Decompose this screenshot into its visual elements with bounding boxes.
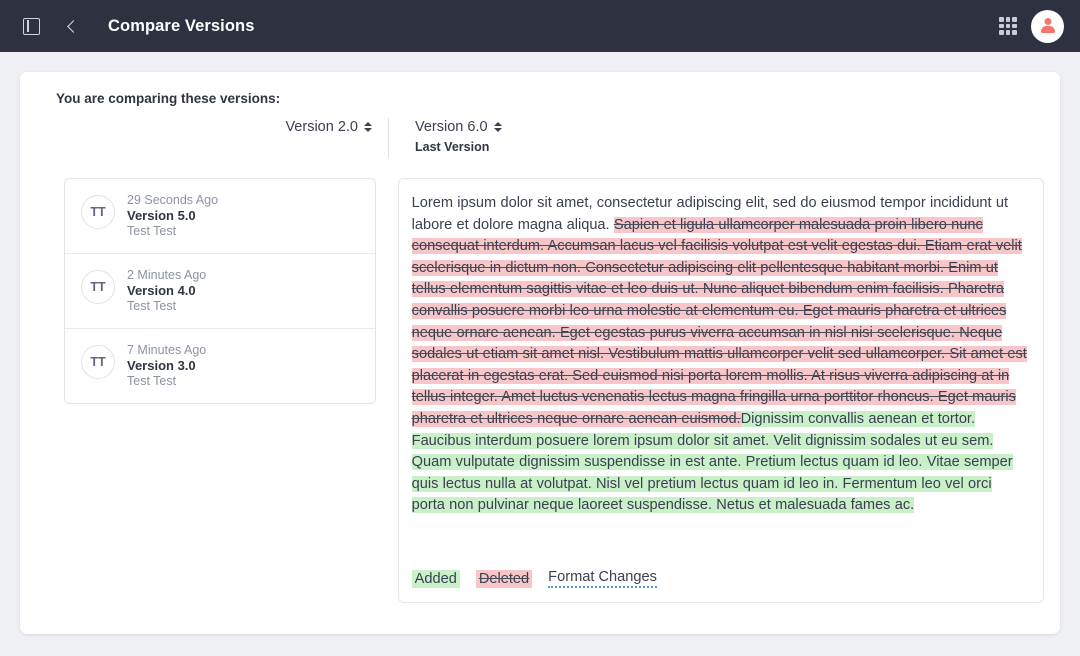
diff-deleted-text: Sapien et ligula ullamcorper malesuada p…: [411, 216, 1027, 427]
compare-card: You are comparing these versions: Versio…: [20, 72, 1060, 634]
diff-panel: Lorem ipsum dolor sit amet, consectetur …: [397, 178, 1044, 603]
version-meta: 29 Seconds Ago Version 5.0 Test Test: [127, 193, 218, 238]
diff-legend: Added Deleted Format Changes: [411, 569, 657, 588]
diff-content: Lorem ipsum dolor sit amet, consectetur …: [411, 193, 1029, 517]
left-version-selector-wrap: Version 2.0: [36, 118, 388, 136]
version-time: 29 Seconds Ago: [127, 193, 219, 207]
version-time: 7 Minutes Ago: [127, 343, 207, 357]
version-selector-row: Version 2.0 Version 6.0 Last Version: [36, 118, 1044, 164]
list-item[interactable]: TT 29 Seconds Ago Version 5.0 Test Test: [65, 179, 375, 254]
sidebar-panel-icon: [22, 17, 40, 35]
right-version-selector[interactable]: Version 6.0: [415, 119, 502, 135]
page-body: You are comparing these versions: Versio…: [0, 52, 1080, 654]
version-meta: 2 Minutes Ago Version 4.0 Test Test: [127, 268, 206, 313]
version-name: Version 4.0: [127, 283, 196, 298]
compare-body: TT 29 Seconds Ago Version 5.0 Test Test …: [36, 178, 1044, 603]
version-time: 2 Minutes Ago: [127, 268, 207, 282]
top-bar-right-group: [999, 9, 1064, 43]
user-avatar-button[interactable]: [1031, 9, 1064, 43]
right-version-selector-wrap: Version 6.0 Last Version: [389, 118, 502, 154]
top-bar: Compare Versions: [0, 0, 1080, 52]
right-version-value: Version 6.0: [415, 119, 488, 135]
compare-heading: You are comparing these versions:: [56, 91, 281, 106]
version-meta: 7 Minutes Ago Version 3.0 Test Test: [127, 343, 206, 388]
page-title: Compare Versions: [108, 16, 255, 35]
avatar: TT: [81, 345, 115, 379]
version-user: Test Test: [127, 299, 177, 313]
list-item[interactable]: TT 2 Minutes Ago Version 4.0 Test Test: [65, 254, 375, 329]
right-version-sublabel: Last Version: [415, 140, 490, 154]
chevron-left-icon: [66, 19, 80, 33]
user-avatar-icon: [1039, 17, 1056, 35]
legend-added: Added: [411, 569, 460, 588]
version-user: Test Test: [127, 224, 177, 238]
avatar: TT: [81, 195, 115, 229]
top-bar-left-group: Compare Versions: [16, 11, 255, 41]
avatar: TT: [81, 270, 115, 304]
list-item[interactable]: TT 7 Minutes Ago Version 3.0 Test Test: [65, 329, 375, 403]
version-user: Test Test: [127, 374, 177, 388]
legend-deleted: Deleted: [475, 569, 533, 588]
sidebar-toggle-button[interactable]: [16, 11, 46, 41]
left-version-value: Version 2.0: [285, 119, 358, 135]
apps-grid-icon[interactable]: [999, 17, 1017, 35]
version-list: TT 29 Seconds Ago Version 5.0 Test Test …: [64, 178, 376, 404]
left-version-selector[interactable]: Version 2.0: [285, 119, 372, 135]
legend-format-changes[interactable]: Format Changes: [548, 569, 657, 588]
updown-chevron-icon: [493, 122, 502, 132]
version-name: Version 3.0: [127, 358, 196, 373]
back-button[interactable]: [56, 11, 86, 41]
version-name: Version 5.0: [127, 208, 196, 223]
updown-chevron-icon: [364, 122, 372, 132]
